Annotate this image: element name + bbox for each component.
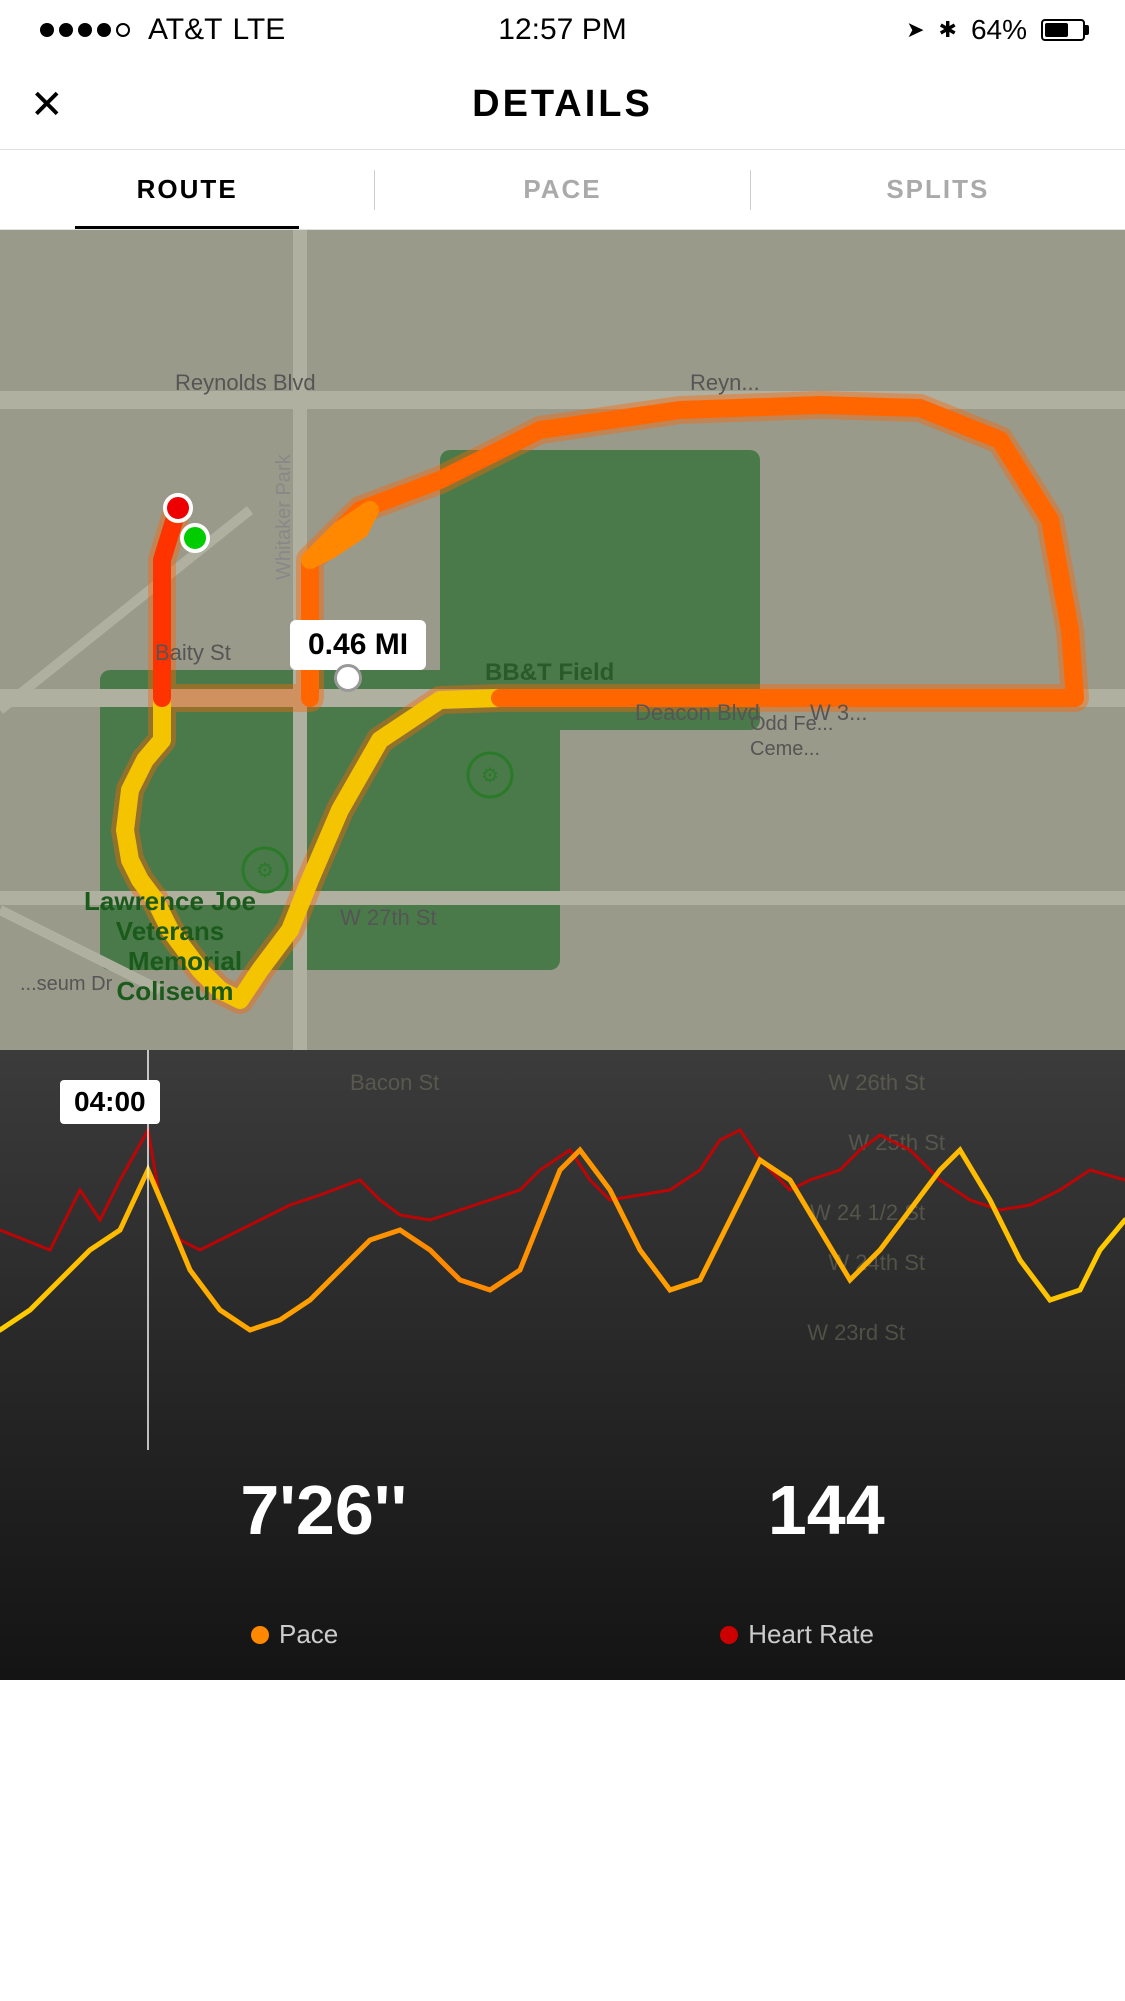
network-label: LTE (232, 13, 285, 47)
svg-text:...seum Dr: ...seum Dr (20, 973, 113, 995)
close-button[interactable]: ✕ (30, 85, 64, 125)
end-dot (180, 523, 210, 553)
status-right: ➤ ✱ 64% (906, 14, 1085, 46)
chart-area[interactable]: W 26th St W 25th St W 24 1/2 St W 24th S… (0, 1050, 1125, 1680)
status-bar: AT&T LTE 12:57 PM ➤ ✱ 64% (0, 0, 1125, 60)
svg-text:Coliseum: Coliseum (116, 976, 233, 1006)
tab-splits[interactable]: SPLITS (751, 150, 1125, 229)
svg-text:W 27th St: W 27th St (340, 905, 437, 930)
location-icon: ➤ (906, 17, 924, 43)
battery-percentage: 64% (971, 14, 1027, 46)
heart-rate-legend: Heart Rate (720, 1619, 874, 1650)
svg-text:Baity St: Baity St (155, 640, 231, 665)
svg-text:Ceme...: Ceme... (750, 738, 820, 760)
bluetooth-icon: ✱ (939, 17, 957, 43)
chart-svg (0, 1050, 1125, 1680)
svg-text:Deacon Blvd: Deacon Blvd (635, 700, 760, 725)
page-title: DETAILS (472, 83, 653, 126)
svg-text:Reynolds Blvd: Reynolds Blvd (175, 370, 316, 395)
svg-text:Whitaker Park: Whitaker Park (273, 453, 295, 580)
pace-legend: Pace (251, 1619, 338, 1650)
svg-text:⚙: ⚙ (256, 860, 274, 882)
route-waypoint-marker (334, 664, 362, 692)
stats-row: 7'26'' 144 (0, 1470, 1125, 1550)
svg-text:Memorial: Memorial (128, 946, 242, 976)
map-area: Reynolds Blvd Reyn... Baity St BB&T Fiel… (0, 230, 1125, 1050)
signal-dot-1 (40, 23, 54, 37)
heart-rate-legend-dot (720, 1626, 738, 1644)
battery-fill (1045, 23, 1068, 37)
svg-text:Lawrence Joe: Lawrence Joe (84, 886, 256, 916)
svg-text:⚙: ⚙ (481, 765, 499, 787)
svg-text:Reyn...: Reyn... (690, 370, 760, 395)
start-dot (163, 493, 193, 523)
time-tooltip: 04:00 (60, 1080, 160, 1124)
signal-dots (40, 23, 130, 37)
pace-legend-dot (251, 1626, 269, 1644)
signal-dot-4 (97, 23, 111, 37)
status-time: 12:57 PM (498, 13, 626, 47)
heart-rate-stat: 144 (768, 1470, 885, 1550)
svg-text:Odd Fe...: Odd Fe... (750, 713, 833, 735)
signal-dot-5 (116, 23, 130, 37)
battery-icon (1041, 19, 1085, 41)
pace-legend-label: Pace (279, 1619, 338, 1650)
signal-dot-2 (59, 23, 73, 37)
legend-row: Pace Heart Rate (0, 1619, 1125, 1650)
app-header: ✕ DETAILS (0, 60, 1125, 150)
heart-rate-legend-label: Heart Rate (748, 1619, 874, 1650)
tab-bar: ROUTE PACE SPLITS (0, 150, 1125, 230)
status-left: AT&T LTE (40, 13, 285, 47)
carrier-label: AT&T (148, 13, 222, 47)
distance-label: 0.46 MI (290, 620, 426, 670)
tab-pace[interactable]: PACE (375, 150, 749, 229)
signal-dot-3 (78, 23, 92, 37)
pace-stat: 7'26'' (240, 1470, 407, 1550)
svg-text:BB&T Field: BB&T Field (485, 659, 614, 686)
map-svg: Reynolds Blvd Reyn... Baity St BB&T Fiel… (0, 230, 1125, 1050)
tab-route[interactable]: ROUTE (0, 150, 374, 229)
time-value: 04:00 (74, 1086, 146, 1117)
svg-text:Veterans: Veterans (116, 916, 224, 946)
